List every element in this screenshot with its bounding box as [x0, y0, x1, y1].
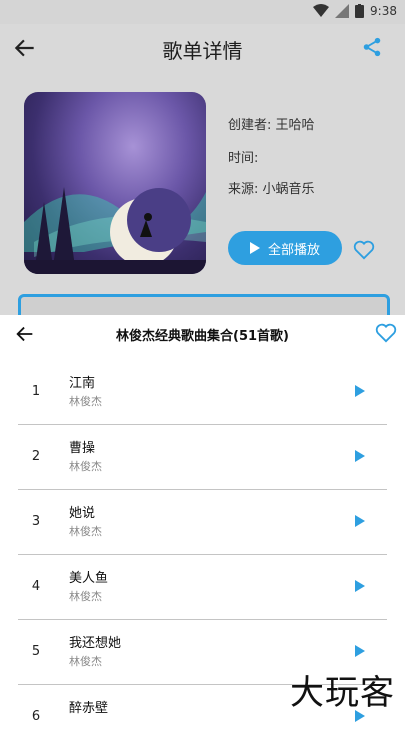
play-all-label: 全部播放 [267, 242, 320, 258]
play-icon[interactable] [355, 450, 365, 462]
song-title: 她说 [69, 506, 96, 521]
play-icon[interactable] [355, 385, 365, 397]
page-title: 歌单详情 [162, 39, 243, 63]
signal-icon [335, 4, 350, 18]
favorite-heart-icon[interactable] [375, 323, 397, 343]
play-all-button[interactable]: 全部播放 [228, 231, 342, 265]
song-artist: 林俊杰 [69, 460, 102, 473]
song-title: 我还想她 [69, 636, 122, 651]
song-row[interactable]: 1 江南 林俊杰 [18, 360, 387, 425]
cover-art [24, 187, 206, 274]
sheet-title: 林俊杰经典歌曲集合(51首歌) [116, 329, 289, 344]
song-row[interactable]: 3 她说 林俊杰 [18, 490, 387, 555]
song-artist: 林俊杰 [69, 525, 102, 538]
creator-label: 创建者: 王哈哈 [228, 118, 315, 133]
song-row[interactable]: 4 美人鱼 林俊杰 [18, 555, 387, 620]
play-icon[interactable] [355, 580, 365, 592]
song-number: 5 [31, 644, 41, 659]
song-title: 江南 [69, 376, 96, 391]
app-bar: 歌单详情 [0, 24, 405, 72]
source-label: 来源: 小蜗音乐 [228, 182, 315, 197]
song-artist: 林俊杰 [69, 590, 102, 603]
status-bar: 9:38 [0, 0, 405, 24]
song-artist: 林俊杰 [69, 655, 102, 668]
playlist-detail-background: 歌单详情 创建者: 王哈哈 时间: 来源: 小蜗音乐 全部播放 [0, 24, 405, 315]
battery-icon [355, 4, 365, 18]
favorite-heart-icon[interactable] [353, 240, 375, 260]
time-label: 时间: [228, 151, 259, 166]
song-row[interactable]: 2 曹操 林俊杰 [18, 425, 387, 490]
song-list-sheet: 林俊杰经典歌曲集合(51首歌) 1 江南 林俊杰 2 曹操 林俊杰 3 她说 林… [0, 315, 405, 724]
wifi-icon [313, 4, 330, 17]
play-icon[interactable] [355, 515, 365, 527]
play-icon[interactable] [355, 645, 365, 657]
watermark-logo: 大玩客 [290, 673, 395, 713]
song-number: 2 [31, 449, 41, 464]
song-title: 美人鱼 [69, 571, 109, 586]
song-number: 4 [31, 579, 41, 594]
share-icon[interactable] [361, 36, 383, 58]
song-artist: 林俊杰 [69, 395, 102, 408]
song-number: 1 [31, 384, 41, 399]
song-number: 3 [31, 514, 41, 529]
playlist-cover-image [24, 92, 206, 274]
blurred-content-frame [18, 294, 390, 315]
play-icon [249, 242, 260, 254]
song-title: 曹操 [69, 441, 96, 456]
status-time: 9:38 [370, 4, 397, 18]
song-number: 6 [31, 709, 41, 724]
sheet-header: 林俊杰经典歌曲集合(51首歌) [0, 315, 405, 353]
song-title: 醉赤壁 [69, 701, 109, 716]
